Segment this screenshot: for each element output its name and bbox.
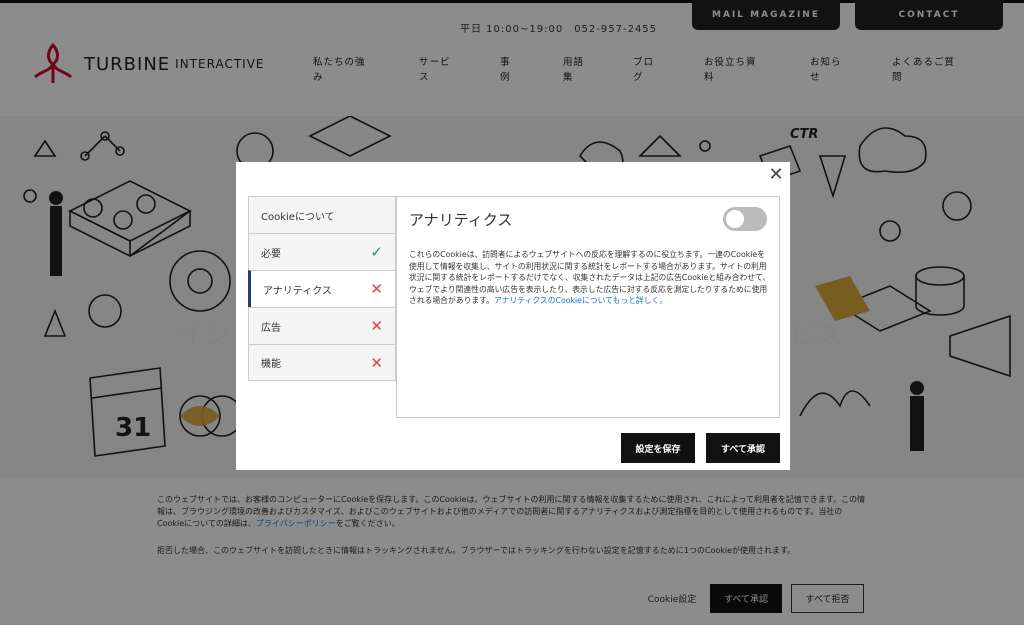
analytics-learn-more-link[interactable]: アナリティクスのCookieについてもっと詳しく。 xyxy=(494,296,667,305)
tab-label: 機能 xyxy=(261,359,281,370)
toggle-knob xyxy=(726,210,744,228)
tab-functional[interactable]: 機能 ✕ xyxy=(248,344,396,381)
cookie-category-tabs: Cookieについて 必要 ✓ アナリティクス ✕ 広告 ✕ 機能 ✕ xyxy=(248,196,396,381)
tab-necessary[interactable]: 必要 ✓ xyxy=(248,233,396,270)
tab-label: アナリティクス xyxy=(263,285,332,297)
check-icon: ✓ xyxy=(370,243,383,261)
analytics-toggle[interactable] xyxy=(723,207,767,231)
tab-advertising[interactable]: 広告 ✕ xyxy=(248,307,396,344)
tab-label: 広告 xyxy=(261,322,281,334)
close-icon[interactable]: ✕ xyxy=(767,166,785,184)
panel-description: これらのCookieは、訪問者によるウェブサイトへの反応を理解するのに役立ちます… xyxy=(409,249,771,307)
cross-icon: ✕ xyxy=(370,317,383,335)
cross-icon: ✕ xyxy=(370,280,383,298)
tab-label: Cookieについて xyxy=(261,211,335,223)
modal-accept-all-button[interactable]: すべて承認 xyxy=(706,433,780,463)
cross-icon: ✕ xyxy=(370,353,383,372)
save-settings-button[interactable]: 設定を保存 xyxy=(621,433,695,463)
tab-label: 必要 xyxy=(261,248,281,260)
tab-analytics[interactable]: アナリティクス ✕ xyxy=(248,270,396,307)
tab-about-cookies[interactable]: Cookieについて xyxy=(248,196,396,233)
panel-title: アナリティクス xyxy=(409,211,513,229)
cookie-detail-panel: アナリティクス これらのCookieは、訪問者によるウェブサイトへの反応を理解す… xyxy=(396,196,780,418)
